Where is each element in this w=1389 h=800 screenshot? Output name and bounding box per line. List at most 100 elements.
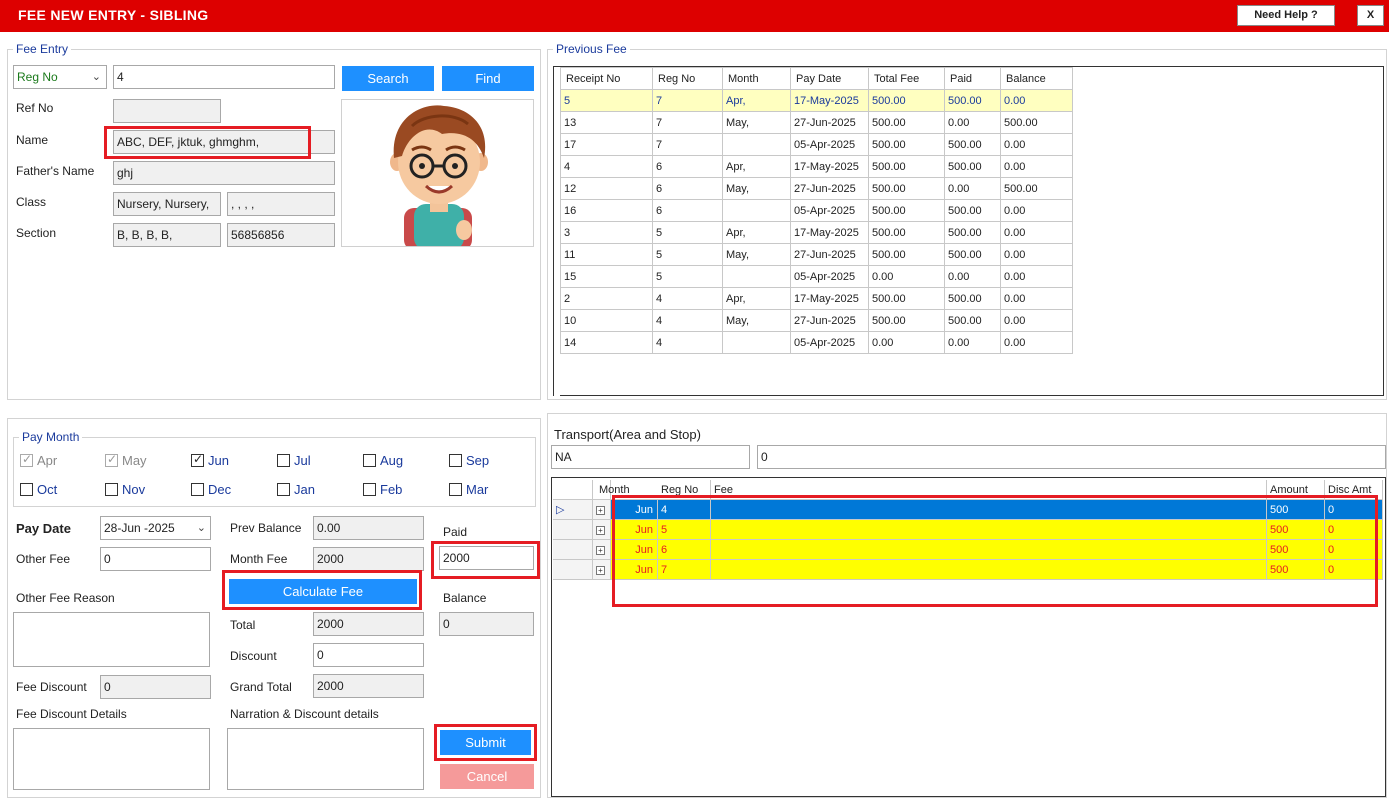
month-checkbox-feb[interactable]: Feb — [363, 482, 402, 497]
previous-fee-cell: 0.00 — [1000, 89, 1073, 112]
grand-total-field[interactable]: 2000 — [313, 674, 424, 698]
previous-fee-row[interactable]: 17 7 05-Apr-2025 500.00 500.00 0.00 — [560, 133, 1073, 156]
previous-fee-cell: 7 — [652, 89, 723, 112]
find-button[interactable]: Find — [442, 66, 534, 91]
previous-fee-cell: 500.00 — [868, 177, 945, 200]
previous-fee-cell: May, — [722, 243, 791, 266]
month-label: May — [122, 453, 147, 469]
search-button[interactable]: Search — [342, 66, 434, 91]
previous-fee-col-2[interactable]: Month — [722, 67, 791, 90]
previous-fee-cell: 15 — [560, 265, 653, 288]
father-name-field[interactable]: ghj — [113, 161, 335, 185]
row-indicator: ▷ — [553, 500, 593, 520]
search-input[interactable]: 4 — [113, 65, 335, 89]
other-fee-reason-input[interactable] — [13, 612, 210, 667]
expand-icon[interactable]: + — [593, 540, 611, 560]
previous-fee-cell: May, — [722, 177, 791, 200]
transport-area-input[interactable]: NA — [551, 445, 750, 469]
need-help-button[interactable]: Need Help ? — [1237, 5, 1335, 26]
fee-discount-details-input[interactable] — [13, 728, 210, 790]
other-fee-input[interactable]: 0 — [100, 547, 211, 571]
transport-stop-input[interactable]: 0 — [757, 445, 1386, 469]
month-fee-field[interactable]: 2000 — [313, 547, 424, 571]
previous-fee-cell: 0.00 — [1000, 221, 1073, 244]
previous-fee-row[interactable]: 4 6 Apr, 17-May-2025 500.00 500.00 0.00 — [560, 155, 1073, 178]
previous-fee-cell: 500.00 — [944, 155, 1001, 178]
month-checkbox-jul[interactable]: Jul — [277, 453, 311, 468]
previous-fee-cell: 7 — [652, 111, 723, 134]
cancel-button[interactable]: Cancel — [440, 764, 534, 789]
previous-fee-cell: 4 — [652, 331, 723, 354]
previous-fee-cell: 2 — [560, 287, 653, 310]
month-checkbox-nov[interactable]: Nov — [105, 482, 145, 497]
month-checkbox-apr[interactable]: Apr — [20, 452, 57, 468]
prev-balance-field[interactable]: 0.00 — [313, 516, 424, 540]
fee-discount-label: Fee Discount — [16, 680, 87, 694]
narration-input[interactable] — [227, 728, 424, 790]
month-checkbox-may[interactable]: May — [105, 452, 147, 469]
previous-fee-grid[interactable]: Receipt No Reg No Month Pay Date Total Fee Pa… — [553, 66, 1384, 397]
previous-fee-row[interactable]: 11 5 May, 27-Jun-2025 500.00 500.00 0.00 — [560, 243, 1073, 266]
ref-no-field[interactable] — [113, 99, 221, 123]
checkbox-icon — [191, 483, 204, 497]
month-checkbox-sep[interactable]: Sep — [449, 453, 489, 468]
previous-fee-row[interactable]: 13 7 May, 27-Jun-2025 500.00 0.00 500.00 — [560, 111, 1073, 134]
previous-fee-row[interactable]: 2 4 Apr, 17-May-2025 500.00 500.00 0.00 — [560, 287, 1073, 310]
transport-label: Transport(Area and Stop) — [554, 427, 701, 442]
previous-fee-row[interactable]: 5 7 Apr, 17-May-2025 500.00 500.00 0.00 — [560, 89, 1073, 112]
month-checkbox-dec[interactable]: Dec — [191, 482, 231, 497]
calculate-fee-button[interactable]: Calculate Fee — [229, 579, 417, 604]
phone-field[interactable]: 56856856 — [227, 223, 335, 247]
narration-label: Narration & Discount details — [230, 707, 379, 721]
previous-fee-cell: May, — [722, 111, 791, 134]
close-button[interactable]: X — [1357, 5, 1384, 26]
month-checkbox-mar[interactable]: Mar — [449, 482, 488, 497]
fee-discount-field[interactable]: 0 — [100, 675, 211, 699]
expand-icon[interactable]: + — [593, 520, 611, 540]
month-checkbox-jan[interactable]: Jan — [277, 482, 315, 497]
previous-fee-row[interactable]: 10 4 May, 27-Jun-2025 500.00 500.00 0.00 — [560, 309, 1073, 332]
previous-fee-col-1[interactable]: Reg No — [652, 67, 723, 90]
previous-fee-row[interactable]: 15 5 05-Apr-2025 0.00 0.00 0.00 — [560, 265, 1073, 288]
paid-input[interactable]: 2000 — [439, 546, 534, 570]
checkbox-icon — [191, 452, 204, 468]
month-checkbox-jun[interactable]: Jun — [191, 452, 229, 468]
previous-fee-row[interactable]: 3 5 Apr, 17-May-2025 500.00 500.00 0.00 — [560, 221, 1073, 244]
discount-input[interactable]: 0 — [313, 643, 424, 667]
row-indicator — [553, 540, 593, 560]
previous-fee-col-0[interactable]: Receipt No — [560, 67, 653, 90]
total-label: Total — [230, 618, 256, 632]
previous-fee-col-5[interactable]: Paid — [944, 67, 1001, 90]
class-field-2[interactable]: , , , , — [227, 192, 335, 216]
month-label: Dec — [208, 482, 232, 498]
fee-entry-legend: Fee Entry — [13, 42, 72, 56]
previous-fee-cell: Apr, — [722, 221, 791, 244]
previous-fee-col-6[interactable]: Balance — [1000, 67, 1073, 90]
expand-icon[interactable]: + — [593, 560, 611, 580]
checkbox-icon — [277, 483, 290, 497]
previous-fee-row[interactable]: 12 6 May, 27-Jun-2025 500.00 0.00 500.00 — [560, 177, 1073, 200]
total-field[interactable]: 2000 — [313, 612, 424, 636]
submit-button[interactable]: Submit — [440, 730, 531, 755]
search-by-select[interactable]: Reg No ⌄ — [13, 65, 107, 89]
previous-fee-row[interactable]: 14 4 05-Apr-2025 0.00 0.00 0.00 — [560, 331, 1073, 354]
month-checkbox-oct[interactable]: Oct — [20, 482, 57, 497]
window-title: FEE NEW ENTRY - SIBLING — [18, 7, 209, 23]
previous-fee-cell: 500.00 — [868, 89, 945, 112]
class-field[interactable]: Nursery, Nursery, — [113, 192, 221, 216]
expand-icon[interactable]: + — [593, 500, 611, 520]
previous-fee-cell: 17 — [560, 133, 653, 156]
month-checkbox-aug[interactable]: Aug — [363, 453, 403, 468]
student-photo — [341, 99, 534, 247]
previous-fee-cell: 0.00 — [1000, 331, 1073, 354]
previous-fee-col-3[interactable]: Pay Date — [790, 67, 869, 90]
previous-fee-cell: 0.00 — [1000, 133, 1073, 156]
previous-fee-table: Receipt No Reg No Month Pay Date Total Fee Pa… — [560, 67, 1073, 354]
pay-date-picker[interactable]: 28-Jun -2025 ⌄ — [100, 516, 211, 540]
previous-fee-row[interactable]: 16 6 05-Apr-2025 500.00 500.00 0.00 — [560, 199, 1073, 222]
section-field[interactable]: B, B, B, B, — [113, 223, 221, 247]
previous-fee-cell: 05-Apr-2025 — [790, 133, 869, 156]
previous-fee-col-4[interactable]: Total Fee — [868, 67, 945, 90]
previous-fee-cell: 500.00 — [944, 89, 1001, 112]
balance-field[interactable]: 0 — [439, 612, 534, 636]
